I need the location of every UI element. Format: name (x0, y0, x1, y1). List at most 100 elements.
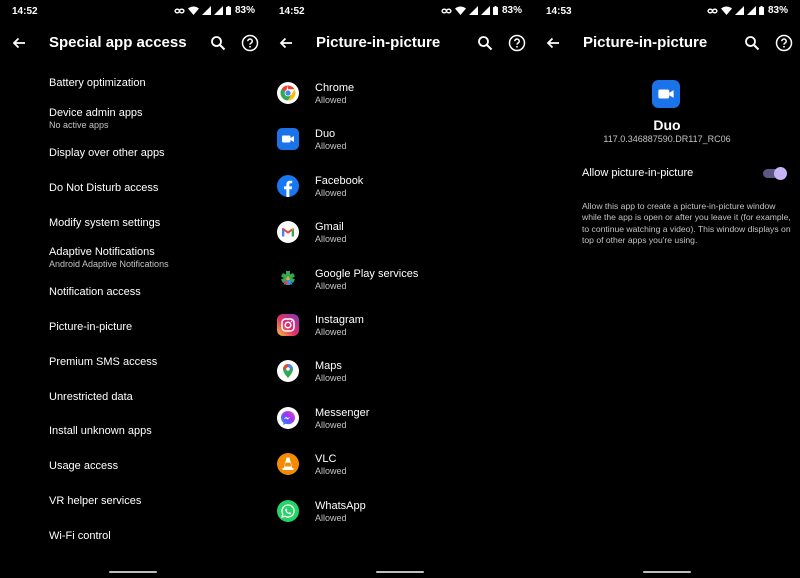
status-time: 14:52 (279, 6, 305, 17)
list-item[interactable]: Wi-Fi control (49, 518, 267, 553)
app-name: Chrome (315, 82, 355, 94)
app-bar: Special app access (0, 28, 267, 58)
app-list: Chrome Allowed Duo Allowed Facebook Allo… (267, 72, 534, 536)
app-version: 117.0.346887590.DR117_RC06 (603, 134, 731, 144)
app-row-google-play-services[interactable]: Google Play services Allowed (267, 258, 534, 304)
back-arrow-icon[interactable] (10, 34, 28, 52)
app-status: Allowed (315, 373, 347, 384)
app-status: Allowed (315, 466, 347, 477)
item-label: Battery optimization (49, 77, 146, 90)
list-item[interactable]: Adaptive Notifications Android Adaptive N… (49, 240, 267, 275)
google-play-services-icon (281, 270, 295, 285)
app-bar: Picture-in-picture (534, 28, 800, 58)
list-item[interactable]: Picture-in-picture (49, 310, 267, 345)
duo-pip-detail-screen: 14:53 83% Picture-in-picture Duo 117.0.3… (534, 0, 800, 578)
help-icon[interactable] (775, 34, 793, 52)
help-icon[interactable] (508, 34, 526, 52)
duo-icon (652, 80, 680, 108)
status-icons: 83% (441, 5, 522, 16)
app-row-instagram[interactable]: Instagram Allowed (267, 304, 534, 350)
app-name-heading: Duo (653, 117, 681, 133)
app-row-whatsapp[interactable]: WhatsApp Allowed (267, 490, 534, 536)
list-item[interactable]: VR helper services (49, 484, 267, 519)
page-title: Picture-in-picture (583, 34, 708, 51)
status-bar: 14:52 83% (0, 0, 267, 24)
app-name: Maps (315, 360, 342, 373)
app-row-maps[interactable]: Maps Allowed (267, 350, 534, 396)
wifi-icon (454, 6, 466, 15)
gesture-nav-handle[interactable] (643, 571, 691, 573)
duo-icon (277, 128, 299, 151)
battery-percent: 83% (234, 5, 255, 16)
item-label: Adaptive Notifications (49, 245, 155, 258)
item-label: Modify system settings (49, 216, 161, 229)
list-item[interactable]: Install unknown apps (49, 414, 267, 449)
battery-icon (492, 6, 498, 15)
search-icon[interactable] (476, 34, 494, 52)
app-row-gmail[interactable]: Gmail Allowed (267, 211, 534, 257)
app-name: VLC (315, 453, 337, 466)
signal-icon-2 (213, 6, 223, 15)
wifi-icon (187, 6, 199, 15)
allow-pip-label[interactable]: Allow picture-in-picture (582, 167, 693, 179)
app-row-duo[interactable]: Duo Allowed (267, 118, 534, 164)
status-bar: 14:52 83% (267, 0, 534, 24)
app-status: Allowed (315, 512, 347, 523)
list-item[interactable]: Battery optimization (49, 66, 267, 101)
wifi-icon (720, 6, 732, 15)
item-label: Picture-in-picture (49, 320, 133, 333)
signal-icon-2 (480, 6, 490, 15)
gesture-nav-handle[interactable] (109, 571, 157, 573)
special-app-access-screen: 14:52 83% Special app access Battery opt… (0, 0, 267, 578)
app-row-chrome[interactable]: Chrome Allowed (267, 72, 534, 118)
battery-percent: 83% (767, 5, 788, 16)
whatsapp-icon (277, 499, 299, 522)
battery-percent: 83% (501, 5, 522, 16)
facebook-icon (277, 174, 299, 197)
app-status: Allowed (315, 419, 347, 430)
item-label: Display over other apps (49, 146, 165, 159)
item-sublabel: No active apps (49, 119, 109, 130)
app-row-vlc[interactable]: VLC Allowed (267, 443, 534, 489)
app-name: Duo (315, 128, 336, 141)
list-item[interactable]: Notification access (49, 275, 267, 310)
item-label: Unrestricted data (49, 390, 133, 403)
list-item[interactable]: Usage access (49, 449, 267, 484)
app-row-facebook[interactable]: Facebook Allowed (267, 165, 534, 211)
item-sublabel: Android Adaptive Notifications (49, 258, 169, 269)
search-icon[interactable] (743, 34, 761, 52)
status-icons: 83% (707, 5, 788, 16)
gesture-nav-handle[interactable] (376, 571, 424, 573)
list-item[interactable]: Modify system settings (49, 205, 267, 240)
app-name: Facebook (315, 174, 364, 187)
signal-icon (201, 6, 211, 15)
help-icon[interactable] (241, 34, 259, 52)
signal-icon-2 (746, 6, 756, 15)
app-status: Allowed (315, 95, 347, 105)
app-status: Allowed (315, 234, 347, 245)
back-arrow-icon[interactable] (544, 34, 562, 52)
app-name: Google Play services (315, 267, 419, 280)
maps-icon (277, 360, 299, 383)
instagram-icon (277, 313, 299, 336)
item-label: Premium SMS access (49, 355, 158, 368)
list-item[interactable]: Unrestricted data (49, 379, 267, 414)
status-time: 14:52 (12, 6, 38, 17)
search-icon[interactable] (209, 34, 227, 52)
back-arrow-icon[interactable] (277, 34, 295, 52)
list-item[interactable]: Display over other apps (49, 136, 267, 171)
page-title: Special app access (49, 34, 187, 51)
list-item[interactable]: Device admin apps No active apps (49, 101, 267, 136)
item-label: Install unknown apps (49, 425, 152, 438)
app-name: Messenger (315, 406, 370, 419)
allow-pip-toggle[interactable] (763, 167, 787, 180)
item-label: Do Not Disturb access (49, 181, 159, 194)
status-icons: 83% (174, 5, 255, 16)
battery-icon (225, 6, 231, 15)
link-icon (707, 8, 718, 13)
list-item[interactable]: Do Not Disturb access (49, 170, 267, 205)
list-item[interactable]: Premium SMS access (49, 344, 267, 379)
app-status: Allowed (315, 141, 347, 152)
app-row-messenger[interactable]: Messenger Allowed (267, 397, 534, 443)
app-status: Allowed (315, 280, 347, 291)
